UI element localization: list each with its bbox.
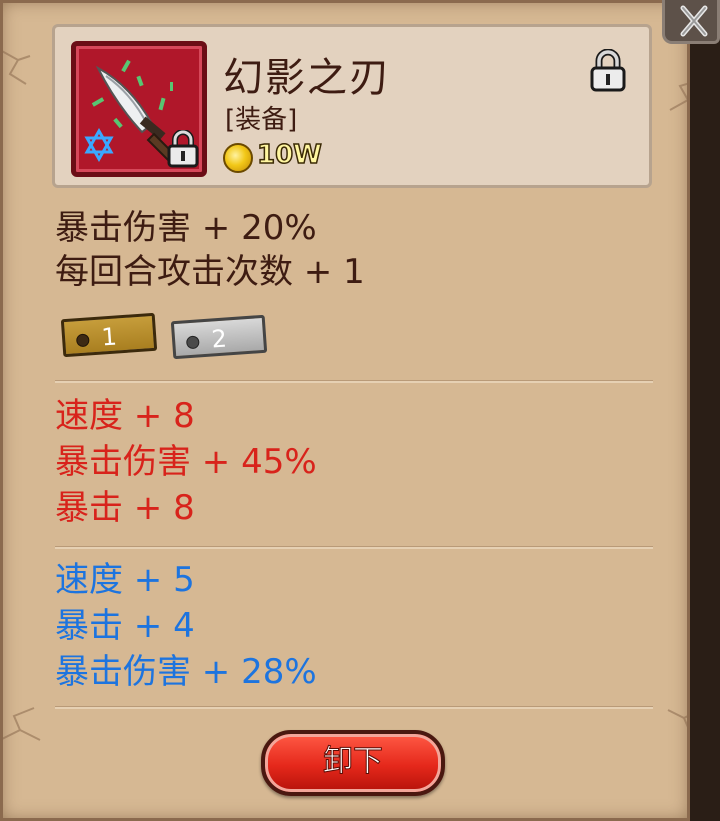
lock-toggle-icon[interactable] — [589, 49, 627, 93]
tag-hole-icon — [185, 335, 200, 350]
item-icon-frame[interactable] — [71, 41, 207, 177]
close-button[interactable] — [662, 0, 720, 44]
item-detail-panel: 幻影之刃 [装备] 10W 暴击伤害 + 20% 每回合攻击次数 + 1 1 2… — [0, 0, 690, 821]
base-stat-line: 暴击伤害 + 20% — [55, 208, 317, 248]
base-stat-line: 每回合攻击次数 + 1 — [55, 252, 365, 292]
item-header-card: 幻影之刃 [装备] 10W — [52, 24, 652, 188]
blue-stat-line: 暴击伤害 + 28% — [55, 652, 317, 692]
item-lock-icon — [167, 130, 199, 168]
gem-slot-tag-2[interactable]: 2 — [170, 314, 268, 360]
gold-coin-icon — [223, 143, 253, 173]
section-divider — [55, 546, 653, 549]
red-stat-line: 速度 + 8 — [55, 396, 195, 436]
crack-decoration-icon — [0, 707, 41, 741]
blue-stat-line: 暴击 + 4 — [55, 606, 195, 646]
red-stat-line: 暴击 + 8 — [55, 488, 195, 528]
star-of-david-icon — [84, 128, 114, 162]
section-divider — [55, 706, 653, 709]
item-name: 幻影之刃 — [223, 55, 391, 101]
item-price: 10W — [256, 139, 322, 171]
unequip-button-label: 卸下 — [323, 744, 384, 780]
gem-slot-tag-1[interactable]: 1 — [60, 312, 158, 358]
unequip-button[interactable]: 卸下 — [261, 730, 445, 796]
blue-stat-line: 速度 + 5 — [55, 560, 195, 600]
tag-label: 1 — [100, 322, 118, 352]
section-divider — [55, 380, 653, 383]
crossed-swords-close-icon — [680, 5, 708, 37]
crack-decoration-icon — [667, 709, 690, 733]
item-type: [装备] — [225, 105, 298, 135]
crack-decoration-icon — [0, 49, 31, 85]
tag-hole-icon — [75, 333, 90, 348]
red-stat-line: 暴击伤害 + 45% — [55, 442, 317, 482]
tag-label: 2 — [210, 324, 228, 354]
